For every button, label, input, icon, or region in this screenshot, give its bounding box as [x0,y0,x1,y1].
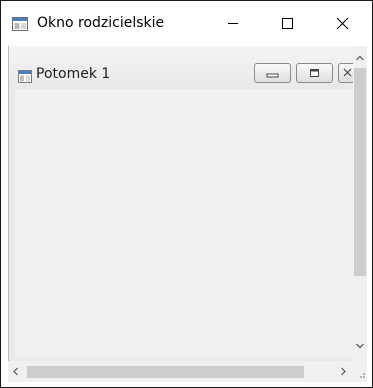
horizontal-scrollbar[interactable] [8,361,353,382]
parent-window: Okno rodzicielskie Potomek 1 [0,0,373,388]
window-form-icon [12,16,28,31]
scroll-up-button[interactable] [353,50,367,66]
close-icon [343,68,352,77]
scroll-right-button[interactable] [335,361,351,382]
child-restore-button[interactable] [296,63,333,83]
chevron-left-icon [13,367,18,376]
mdi-child-window[interactable]: Potomek 1 [8,46,354,361]
chevron-down-icon [356,343,364,349]
child-title-bar[interactable]: Potomek 1 [9,46,354,89]
size-grip[interactable] [353,361,367,382]
scroll-left-button[interactable] [8,361,24,382]
window-form-icon [18,68,32,83]
maximize-button[interactable] [264,1,310,46]
scroll-down-button[interactable] [353,338,367,354]
title-bar[interactable]: Okno rodzicielskie [1,1,372,46]
child-window-title: Potomek 1 [36,66,111,82]
horizontal-scroll-thumb[interactable] [27,366,304,378]
maximize-icon [282,18,293,29]
child-close-button[interactable] [338,63,354,83]
minimize-button[interactable] [210,1,256,46]
minimize-icon [228,23,238,24]
child-minimize-button[interactable] [254,63,291,83]
close-icon [336,17,349,30]
vertical-scroll-thumb[interactable] [354,68,366,276]
close-button[interactable] [319,1,365,46]
chevron-up-icon [356,55,364,61]
size-grip-dot [360,376,362,378]
mdi-client-area: Potomek 1 [8,46,367,382]
window-title: Okno rodzicielskie [37,15,165,31]
child-client-area [15,89,354,357]
vertical-scrollbar[interactable] [353,46,367,361]
minimize-icon [266,73,279,78]
size-grip-dot [363,373,365,375]
size-grip-dot [363,376,365,378]
restore-icon [310,69,319,77]
chevron-right-icon [341,367,346,376]
